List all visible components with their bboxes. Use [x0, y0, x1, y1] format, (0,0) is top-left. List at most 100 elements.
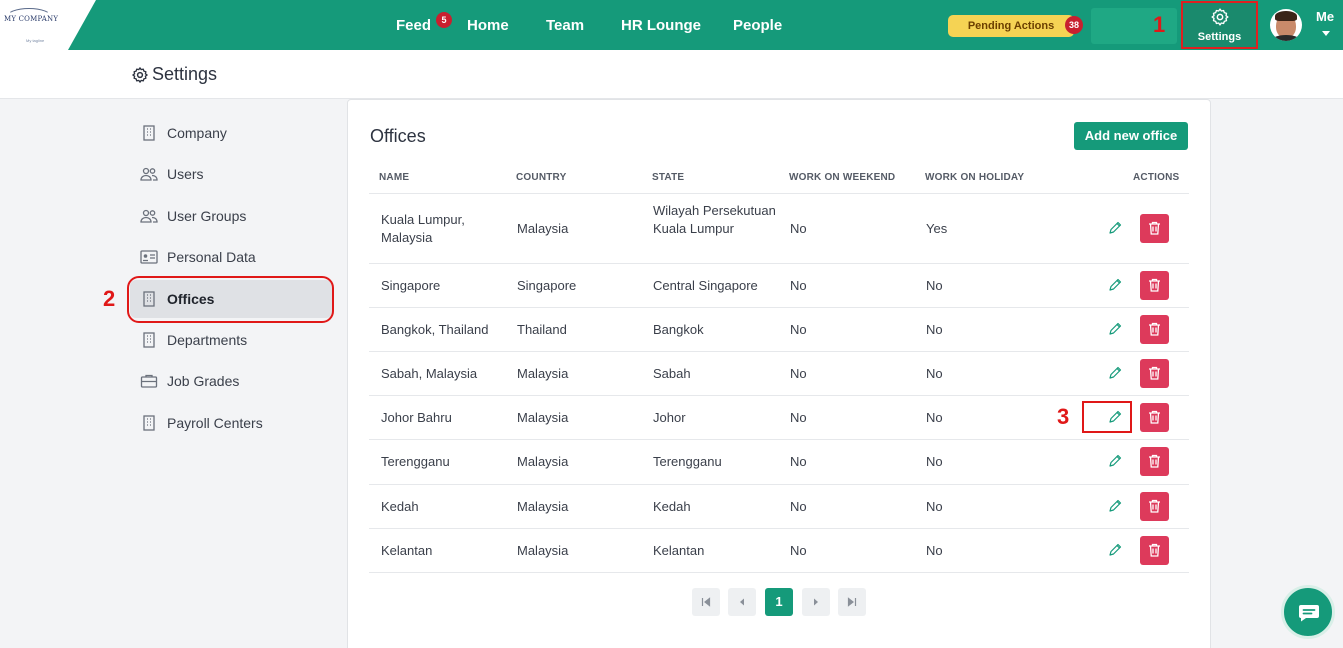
- add-new-office-button[interactable]: Add new office: [1074, 122, 1188, 150]
- trash-icon: [1149, 499, 1160, 513]
- office-state: Wilayah Persekutuan Kuala Lumpur: [653, 203, 776, 236]
- pencil-icon[interactable]: [1107, 220, 1123, 236]
- offices-card: Offices Add new office NAME COUNTRY STAT…: [347, 99, 1211, 648]
- sidebar-item-label: Job Grades: [167, 373, 240, 389]
- delete-button[interactable]: [1140, 536, 1169, 565]
- trash-icon: [1149, 454, 1160, 468]
- sidebar-item-company[interactable]: Company: [130, 114, 332, 152]
- office-country: Malaysia: [517, 410, 569, 425]
- trash-icon: [1149, 366, 1160, 380]
- office-holiday: No: [926, 322, 943, 337]
- office-holiday: No: [926, 543, 943, 558]
- chevron-down-icon[interactable]: [1322, 31, 1330, 36]
- table-row: Singapore Singapore Central Singapore No…: [369, 264, 1189, 308]
- settings-button[interactable]: Settings: [1181, 1, 1258, 49]
- office-country: Malaysia: [517, 543, 569, 558]
- offices-title: Offices: [370, 126, 426, 146]
- chevron-last-icon: [847, 597, 857, 607]
- delete-button[interactable]: [1140, 447, 1169, 476]
- sidebar-item-user-groups[interactable]: User Groups: [130, 197, 332, 235]
- logo-tagline: My tagline: [26, 38, 45, 43]
- column-header-country: COUNTRY: [516, 172, 567, 183]
- gear-icon: [1211, 8, 1229, 26]
- office-state: Kedah: [653, 499, 691, 514]
- delete-button[interactable]: [1140, 271, 1169, 300]
- sidebar-item-users[interactable]: Users: [130, 155, 332, 193]
- sidebar-item-payroll-centers[interactable]: Payroll Centers: [130, 404, 332, 442]
- me-menu[interactable]: Me: [1316, 9, 1334, 24]
- chevron-right-icon: [814, 598, 818, 606]
- trash-icon: [1149, 322, 1160, 336]
- offices-highlight-outline: [127, 276, 334, 323]
- chat-widget-button[interactable]: [1281, 585, 1335, 639]
- prev-page-button[interactable]: [728, 588, 756, 616]
- first-page-button[interactable]: [692, 588, 720, 616]
- pencil-icon[interactable]: [1107, 542, 1123, 558]
- office-name: Bangkok, Thailand: [381, 322, 489, 337]
- office-country: Malaysia: [517, 499, 569, 514]
- delete-button[interactable]: [1140, 214, 1169, 243]
- column-header-holiday: WORK ON HOLIDAY: [925, 172, 1025, 183]
- office-country: Malaysia: [517, 366, 569, 381]
- sidebar-item-personal-data[interactable]: Personal Data: [130, 238, 332, 276]
- pencil-icon[interactable]: [1107, 453, 1123, 469]
- users-icon: [140, 167, 158, 181]
- office-holiday: No: [926, 410, 943, 425]
- pencil-icon[interactable]: [1107, 365, 1123, 381]
- chevron-first-icon: [701, 597, 711, 607]
- office-name: Johor Bahru: [381, 410, 452, 425]
- trash-icon: [1149, 278, 1160, 292]
- sidebar-item-label: Payroll Centers: [167, 415, 263, 431]
- pending-actions-button[interactable]: Pending Actions: [948, 15, 1074, 37]
- office-holiday: Yes: [926, 221, 948, 236]
- office-weekend: No: [790, 221, 807, 236]
- page-1-button[interactable]: 1: [765, 588, 793, 616]
- page-header: Settings: [0, 50, 1343, 99]
- sidebar-item-departments[interactable]: Departments: [130, 321, 332, 359]
- nav-people[interactable]: People: [733, 17, 782, 34]
- logo-text: MY COMPANY: [4, 15, 59, 23]
- office-country: Malaysia: [517, 454, 569, 469]
- pencil-icon[interactable]: [1107, 409, 1123, 425]
- last-page-button[interactable]: [838, 588, 866, 616]
- nav-home[interactable]: Home: [467, 17, 509, 34]
- delete-button[interactable]: [1140, 492, 1169, 521]
- table-row: Bangkok, Thailand Thailand Bangkok No No: [369, 308, 1189, 352]
- next-page-button[interactable]: [802, 588, 830, 616]
- trash-icon: [1149, 221, 1160, 235]
- delete-button[interactable]: [1140, 315, 1169, 344]
- pending-actions-badge: 38: [1065, 16, 1083, 34]
- pencil-icon[interactable]: [1107, 277, 1123, 293]
- nav-feed[interactable]: Feed: [396, 17, 431, 34]
- user-avatar[interactable]: [1270, 9, 1302, 41]
- office-weekend: No: [790, 278, 807, 293]
- gear-icon: [132, 67, 148, 83]
- trash-icon: [1149, 543, 1160, 557]
- office-name: Singapore: [381, 278, 441, 293]
- nav-hr-lounge[interactable]: HR Lounge: [621, 17, 701, 34]
- logo-background: [0, 0, 96, 50]
- office-country: Singapore: [517, 278, 577, 293]
- office-weekend: No: [790, 366, 807, 381]
- sidebar-item-job-grades[interactable]: Job Grades: [130, 362, 332, 400]
- office-country: Thailand: [517, 322, 567, 337]
- office-holiday: No: [926, 278, 943, 293]
- office-state: Central Singapore: [653, 278, 758, 293]
- nav-team[interactable]: Team: [546, 17, 584, 34]
- users-icon: [140, 209, 158, 223]
- settings-label: Settings: [1197, 31, 1242, 43]
- office-weekend: No: [790, 410, 807, 425]
- building-icon: [143, 332, 155, 348]
- delete-button[interactable]: [1140, 359, 1169, 388]
- annotation-3: 3: [1057, 404, 1070, 429]
- column-header-actions: ACTIONS: [1133, 172, 1180, 183]
- sidebar-item-label: Users: [167, 166, 204, 182]
- pencil-icon[interactable]: [1107, 498, 1123, 514]
- office-state: Bangkok: [653, 322, 704, 337]
- office-name: Kelantan: [381, 543, 433, 558]
- pencil-icon[interactable]: [1107, 321, 1123, 337]
- column-header-name: NAME: [379, 172, 410, 183]
- company-logo[interactable]: MY COMPANY My tagline: [0, 0, 96, 50]
- table-row: Sabah, Malaysia Malaysia Sabah No No: [369, 352, 1189, 396]
- delete-button[interactable]: [1140, 403, 1169, 432]
